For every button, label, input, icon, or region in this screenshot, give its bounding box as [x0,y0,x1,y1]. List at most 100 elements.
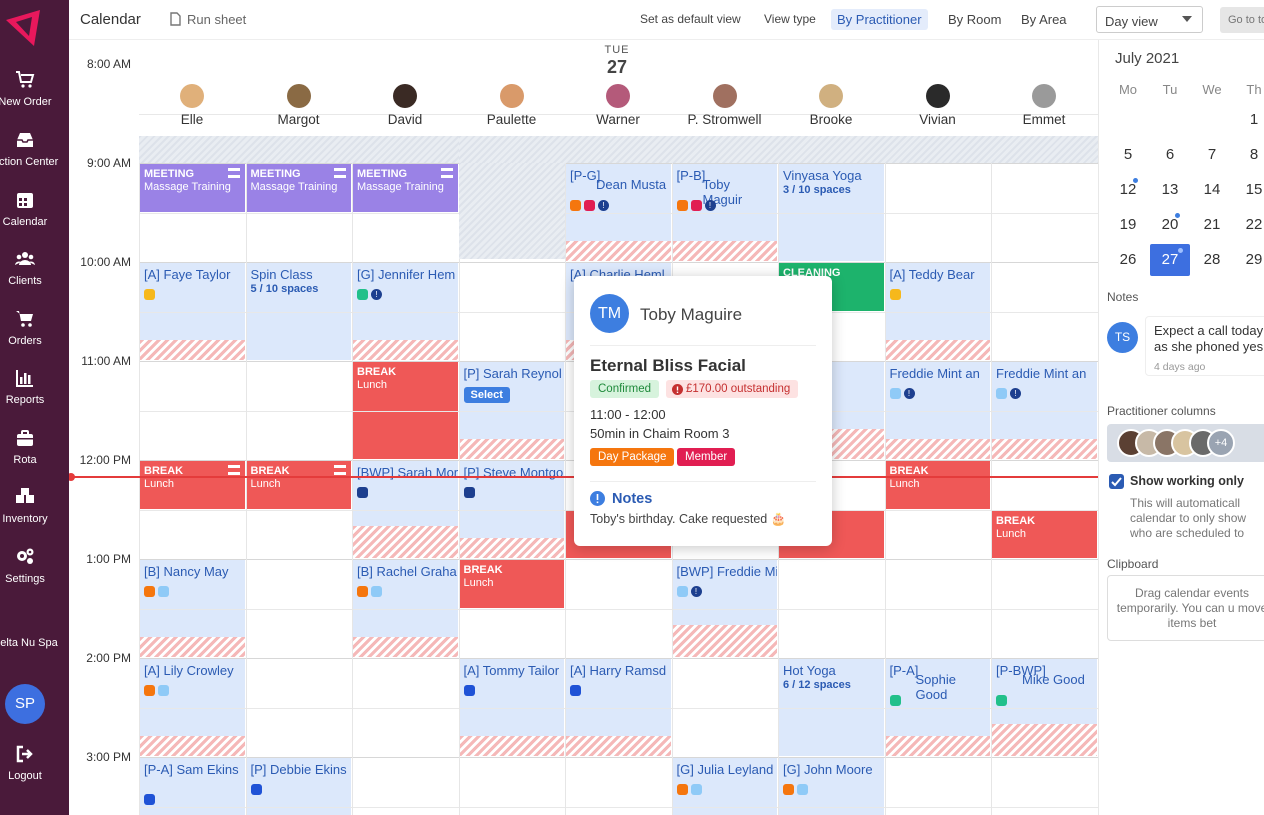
show-working-label[interactable]: Show working only [1130,474,1244,488]
calendar-day[interactable]: 20 [1153,209,1187,241]
nav-new-order[interactable]: New Order [0,70,69,122]
nav-calendar[interactable]: Calendar [0,190,69,242]
break-block[interactable]: BREAK Lunch [246,461,352,510]
document-icon [170,12,181,26]
buffer-time [140,637,245,657]
set-default-view-button[interactable]: Set as default view [640,12,741,26]
nav-reports[interactable]: Reports [0,368,69,420]
event-subtitle: Lunch [463,577,494,589]
break-block[interactable]: BREAK Lunch [459,560,565,609]
view-by-practitioner-tab[interactable]: By Practitioner [831,9,928,30]
practitioner-header[interactable]: Emmet [991,84,1097,127]
event-title: [BWP] Freddie Mi [676,564,778,579]
unavailable-area [459,163,565,259]
note-card[interactable]: Expect a call today as she phoned yes 4 … [1145,316,1264,376]
meeting-block[interactable]: MEETING Massage Training [140,164,246,213]
show-working-checkbox[interactable] [1109,474,1124,489]
nav-inventory[interactable]: Inventory [0,487,69,539]
practitioner-header[interactable]: Paulette [459,84,565,127]
practitioner-name: Paulette [486,112,537,127]
user-avatar[interactable]: SP [5,684,45,724]
practitioner-header[interactable]: Elle [139,84,245,127]
buffer-time [566,241,671,261]
calendar-day[interactable]: 7 [1195,139,1229,171]
nav-clients[interactable]: Clients [0,249,69,301]
calendar-day[interactable]: 21 [1195,209,1229,241]
event-title: [A] Harry Ramsd [570,663,667,678]
calendar-day[interactable]: 5 [1111,139,1145,171]
tag-dot [144,586,155,597]
brand-logo[interactable] [4,8,44,48]
briefcase-icon [17,430,33,446]
calendar-day[interactable]: 6 [1153,139,1187,171]
nav-action-center[interactable]: Action Center [0,130,69,182]
event-subtitle: Lunch [996,527,1026,540]
calendar-day[interactable]: 13 [1153,174,1187,206]
practitioner-avatar [819,84,843,108]
nav-logout[interactable]: Logout [0,744,69,796]
calendar-day[interactable]: 29 [1237,244,1264,276]
outstanding-text: £170.00 outstanding [686,383,791,395]
calendar-day[interactable]: 22 [1237,209,1264,241]
practitioner-header[interactable]: Vivian [885,84,991,127]
event-title: BREAK [463,564,503,576]
half-hour-line [139,608,1098,610]
select-button[interactable]: Select [463,387,510,403]
event-title: [A] Lily Crowley [144,663,234,678]
tag-dot [250,784,262,795]
nav-orders[interactable]: Orders [0,309,69,361]
nav-settings[interactable]: Settings [0,547,69,599]
event-tags: ! [357,289,382,300]
event-tags [463,685,475,696]
event-subtitle: Massage Training [144,181,231,193]
calendar-day[interactable]: 26 [1111,244,1145,276]
event-subtitle: Lunch [889,478,920,490]
practitioner-header[interactable]: Margot [246,84,352,127]
service-name: Eternal Bliss Facial [590,356,746,375]
view-by-area-tab[interactable]: By Area [1021,12,1067,27]
meeting-block[interactable]: MEETING Massage Training [353,164,459,213]
calendar-day[interactable]: 15 [1237,174,1264,206]
break-block[interactable]: BREAK Lunch [992,510,1098,559]
practitioner-header[interactable]: Warner [565,84,671,127]
event-tags: ! [889,388,915,399]
practitioner-columns-picker[interactable]: +4 [1107,424,1264,462]
calendar-day[interactable]: 1 [1237,104,1264,136]
tag-dot [357,289,368,300]
break-block[interactable]: BREAK Lunch [140,461,246,510]
calendar-day[interactable]: 28 [1195,244,1229,276]
weekday-header: Tu [1162,82,1178,97]
clipboard-dropzone[interactable]: Drag calendar events temporarily. You ca… [1107,575,1264,641]
time-label: 1:00 PM [86,552,131,566]
event-title: [P-A] Sam Ekins [144,762,239,777]
calendar-day[interactable]: 12 [1111,174,1145,206]
unavailable-area [139,136,459,163]
client-name[interactable]: Toby Maguire [640,305,742,325]
selected-date[interactable]: 27 [1150,244,1190,276]
buffer-time [885,736,990,756]
booking-popup[interactable]: TM Toby Maguire Eternal Bliss Facial Con… [574,276,832,546]
tag-dot [158,685,169,696]
practitioner-header[interactable]: Brooke [778,84,884,127]
event-title: Freddie Mint an [996,366,1087,381]
location-name[interactable]: Delta Nu Spa [0,637,60,649]
view-by-room-tab[interactable]: By Room [948,12,1001,27]
calendar-day[interactable]: 14 [1195,174,1229,206]
note-text: Expect a call today as she phoned yes [1154,323,1264,354]
time-label: 11:00 AM [81,354,131,368]
half-hour-line [139,212,1098,214]
event-title: BREAK [996,514,1036,527]
day-view-select[interactable]: Day view [1096,6,1203,33]
practitioner-header[interactable]: P. Stromwell [672,84,778,127]
note-time: 4 days ago [1154,361,1206,373]
nav-rota[interactable]: Rota [0,428,69,480]
calendar-day[interactable]: 19 [1111,209,1145,241]
run-sheet-link[interactable]: Run sheet [187,12,246,27]
practitioner-header[interactable]: David [352,84,458,127]
break-block[interactable]: BREAK Lunch [885,461,991,510]
half-hour-line [139,707,1098,709]
calendar-day[interactable]: 8 [1237,139,1264,171]
go-to-today-button[interactable]: Go to to [1220,7,1264,33]
event-tags [250,784,262,795]
meeting-block[interactable]: MEETING Massage Training [246,164,352,213]
